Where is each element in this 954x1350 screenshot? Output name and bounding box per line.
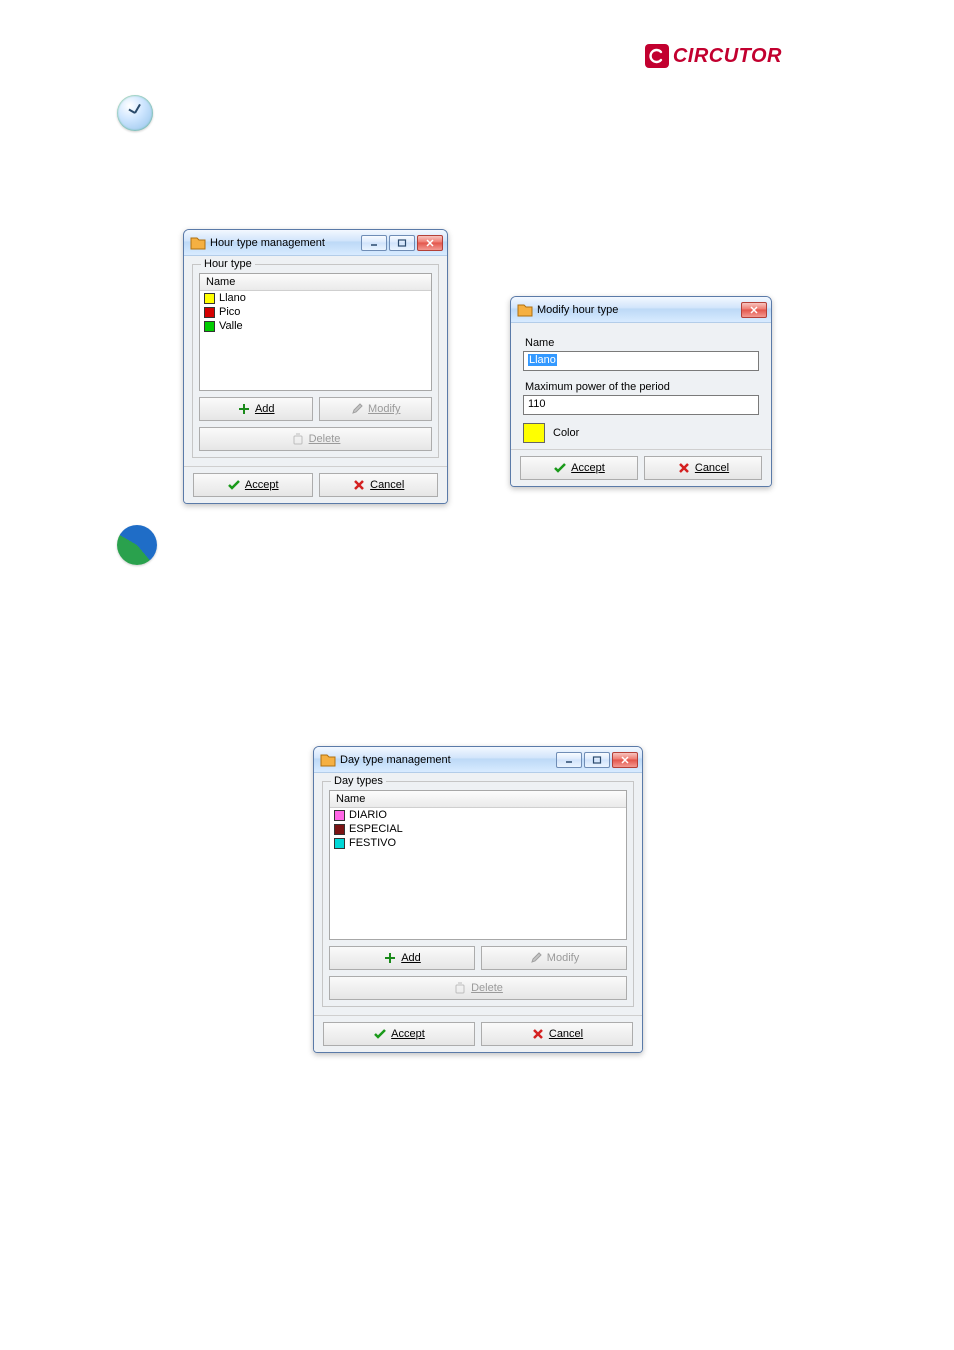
name-label: Name	[525, 337, 757, 349]
clock-icon	[117, 95, 153, 131]
add-button[interactable]: Add	[199, 397, 313, 421]
add-button[interactable]: Add	[329, 946, 475, 970]
maximize-button[interactable]	[584, 752, 610, 768]
list-header[interactable]: Name	[330, 791, 626, 808]
color-swatch[interactable]	[523, 423, 545, 443]
titlebar[interactable]: Modify hour type	[511, 297, 771, 323]
list-item[interactable]: ESPECIAL	[330, 822, 626, 836]
app-icon	[190, 236, 206, 250]
name-value: Llano	[528, 354, 557, 366]
minimize-button[interactable]	[556, 752, 582, 768]
hour-type-list[interactable]: Name Llano Pico Valle	[199, 273, 432, 391]
titlebar[interactable]: Hour type management	[184, 230, 447, 256]
list-item[interactable]: Llano	[200, 291, 431, 305]
accept-button[interactable]: Accept	[520, 456, 638, 480]
item-label: ESPECIAL	[349, 823, 403, 835]
item-label: FESTIVO	[349, 837, 396, 849]
color-swatch-icon	[204, 307, 215, 318]
color-swatch-icon	[204, 321, 215, 332]
brand-logo: CIRCUTOR	[645, 44, 782, 68]
modify-button[interactable]: Modify	[481, 946, 627, 970]
cross-icon	[352, 478, 366, 492]
accept-button[interactable]: Accept	[323, 1022, 475, 1046]
color-swatch-icon	[204, 293, 215, 304]
add-label: Add	[401, 952, 421, 964]
color-label: Color	[553, 427, 579, 439]
color-swatch-icon	[334, 810, 345, 821]
name-input[interactable]: Llano	[523, 351, 759, 371]
color-swatch-icon	[334, 838, 345, 849]
item-label: DIARIO	[349, 809, 387, 821]
pencil-icon	[350, 402, 364, 416]
accept-button[interactable]: Accept	[193, 473, 313, 497]
delete-button[interactable]: Delete	[329, 976, 627, 1000]
hour-type-management-dialog: Hour type management Hour type Name Llan…	[183, 229, 448, 504]
max-power-value: 110	[528, 398, 546, 410]
accept-label: Accept	[571, 462, 605, 474]
item-label: Pico	[219, 306, 240, 318]
cross-icon	[531, 1027, 545, 1041]
list-item[interactable]: Pico	[200, 305, 431, 319]
check-icon	[553, 461, 567, 475]
pie-chart-icon	[117, 525, 157, 565]
group-legend: Hour type	[201, 258, 255, 270]
group-legend: Day types	[331, 775, 386, 787]
dialog-title: Modify hour type	[537, 304, 618, 316]
brand-mark-icon	[645, 44, 669, 68]
day-type-management-dialog: Day type management Day types Name DIARI…	[313, 746, 643, 1053]
cancel-button[interactable]: Cancel	[644, 456, 762, 480]
cross-icon	[677, 461, 691, 475]
list-item[interactable]: Valle	[200, 319, 431, 333]
close-button[interactable]	[741, 302, 767, 318]
close-button[interactable]	[612, 752, 638, 768]
modify-label: Modify	[368, 403, 400, 415]
list-item[interactable]: FESTIVO	[330, 836, 626, 850]
modify-label: Modify	[547, 952, 579, 964]
list-header[interactable]: Name	[200, 274, 431, 291]
max-power-input[interactable]: 110	[523, 395, 759, 415]
item-label: Valle	[219, 320, 243, 332]
list-item[interactable]: DIARIO	[330, 808, 626, 822]
max-power-label: Maximum power of the period	[525, 381, 757, 393]
day-type-list[interactable]: Name DIARIO ESPECIAL FESTIVO	[329, 790, 627, 940]
day-types-group: Day types Name DIARIO ESPECIAL FESTIVO A…	[322, 781, 634, 1007]
plus-icon	[383, 951, 397, 965]
dialog-title: Hour type management	[210, 237, 325, 249]
close-button[interactable]	[417, 235, 443, 251]
modify-button[interactable]: Modify	[319, 397, 433, 421]
accept-label: Accept	[245, 479, 279, 491]
delete-label: Delete	[471, 982, 503, 994]
item-label: Llano	[219, 292, 246, 304]
check-icon	[227, 478, 241, 492]
add-label: Add	[255, 403, 275, 415]
cancel-button[interactable]: Cancel	[319, 473, 439, 497]
delete-icon	[453, 981, 467, 995]
modify-hour-type-dialog: Modify hour type Name Llano Maximum powe…	[510, 296, 772, 487]
cancel-label: Cancel	[370, 479, 404, 491]
delete-icon	[291, 432, 305, 446]
delete-button[interactable]: Delete	[199, 427, 432, 451]
app-icon	[517, 303, 533, 317]
maximize-button[interactable]	[389, 235, 415, 251]
titlebar[interactable]: Day type management	[314, 747, 642, 773]
plus-icon	[237, 402, 251, 416]
minimize-button[interactable]	[361, 235, 387, 251]
delete-label: Delete	[309, 433, 341, 445]
brand-name: CIRCUTOR	[673, 45, 782, 68]
cancel-label: Cancel	[695, 462, 729, 474]
cancel-button[interactable]: Cancel	[481, 1022, 633, 1046]
hour-type-group: Hour type Name Llano Pico Valle Add Modi…	[192, 264, 439, 458]
color-swatch-icon	[334, 824, 345, 835]
dialog-title: Day type management	[340, 754, 451, 766]
cancel-label: Cancel	[549, 1028, 583, 1040]
accept-label: Accept	[391, 1028, 425, 1040]
app-icon	[320, 753, 336, 767]
pencil-icon	[529, 951, 543, 965]
check-icon	[373, 1027, 387, 1041]
